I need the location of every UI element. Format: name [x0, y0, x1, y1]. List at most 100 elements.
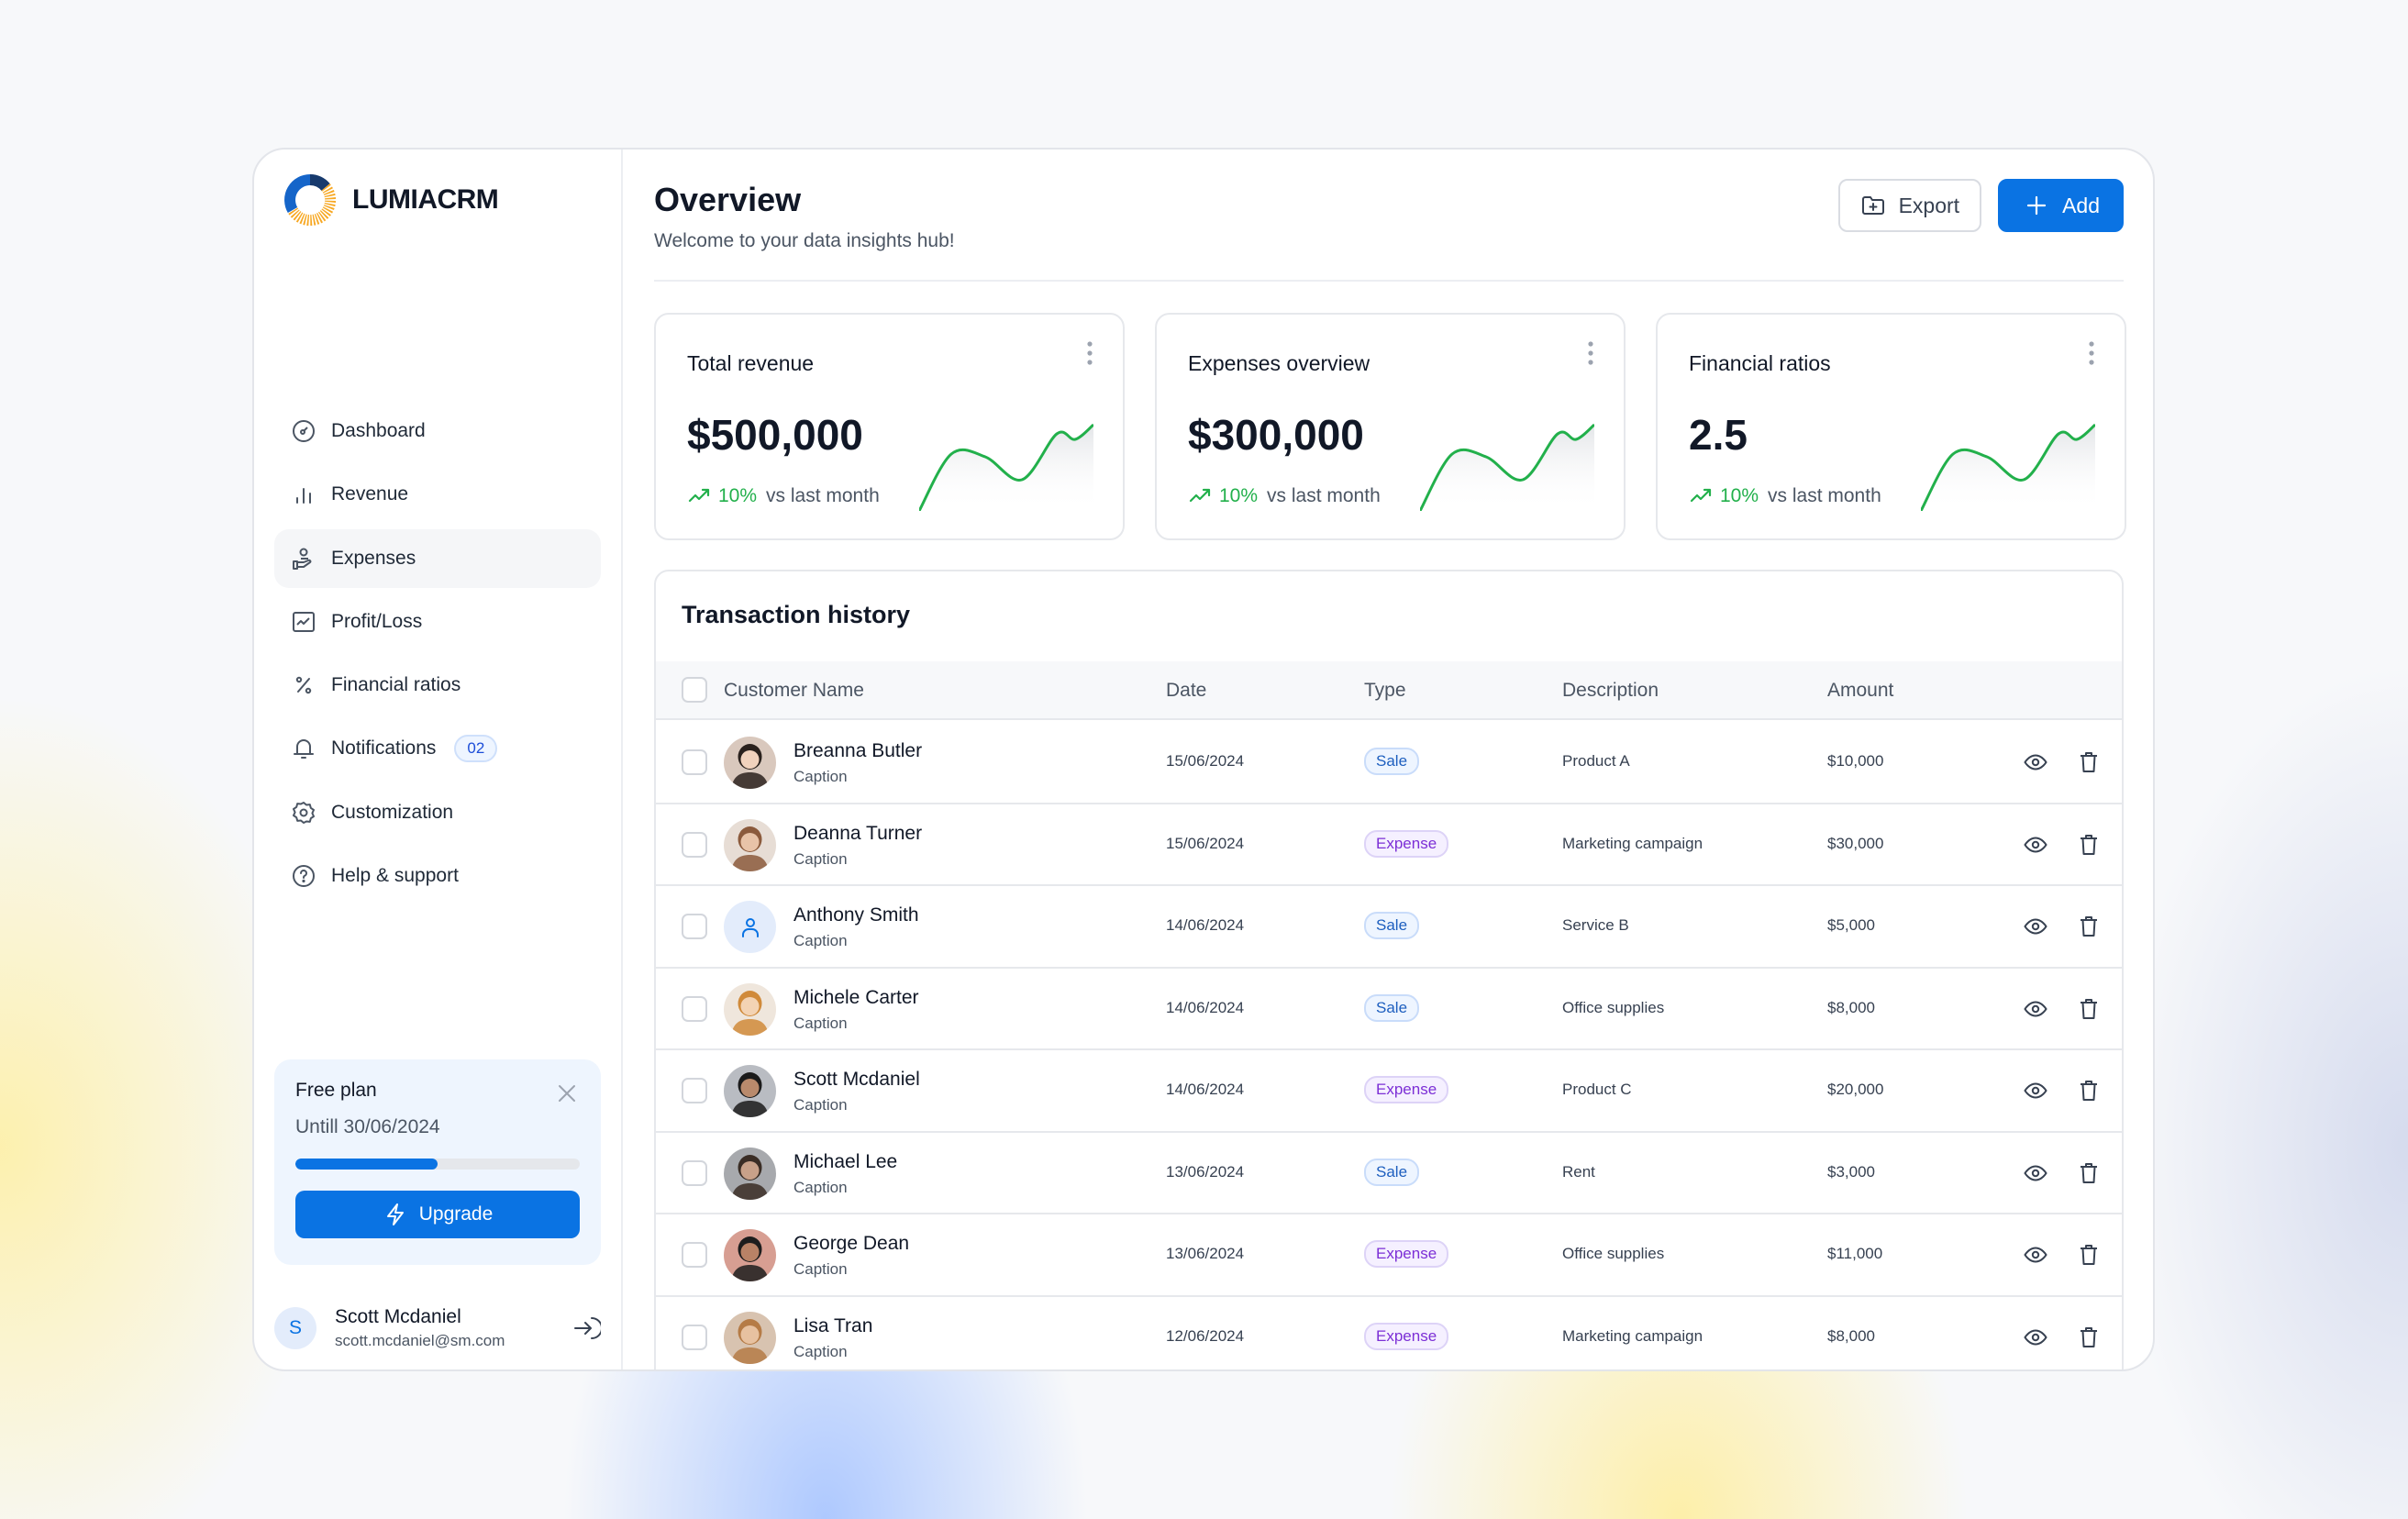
row-checkbox[interactable] — [682, 831, 707, 858]
trash-icon[interactable] — [2076, 832, 2102, 858]
trash-icon[interactable] — [2076, 1325, 2102, 1350]
dashboard-icon — [293, 420, 315, 442]
view-icon[interactable] — [2023, 914, 2048, 939]
sparkline-area — [1921, 425, 2095, 511]
more-vertical-icon[interactable] — [2086, 340, 2097, 366]
table-row[interactable]: Anthony Smith Caption 14/06/2024 Sale Se… — [656, 886, 2122, 969]
transaction-date: 13/06/2024 — [1166, 1245, 1245, 1262]
trash-icon[interactable] — [2076, 914, 2102, 939]
view-icon[interactable] — [2023, 1160, 2048, 1186]
trash-icon[interactable] — [2076, 1242, 2102, 1268]
transaction-description: Marketing campaign — [1562, 834, 1703, 852]
plan-progress-fill — [295, 1159, 438, 1170]
view-icon[interactable] — [2023, 996, 2048, 1022]
table-row[interactable]: George Dean Caption 13/06/2024 Expense O… — [656, 1214, 2122, 1297]
sparkline-chart — [1420, 423, 1594, 511]
stat-title: Expenses overview — [1188, 351, 1370, 375]
view-icon[interactable] — [2023, 832, 2048, 858]
type-badge: Sale — [1364, 912, 1420, 939]
view-icon[interactable] — [2023, 749, 2048, 775]
customer-name: Michele Carter — [793, 986, 919, 1008]
transaction-description: Product A — [1562, 752, 1630, 770]
stat-trend: 10% vs last month — [1188, 483, 1381, 509]
stat-card-expenses-overview: Expenses overview $300,000 10% vs last m… — [1155, 313, 1626, 540]
sparkline-chart — [1921, 423, 2095, 511]
table-row[interactable]: Michele Carter Caption 14/06/2024 Sale O… — [656, 969, 2122, 1050]
page-title: Overview — [654, 181, 802, 218]
row-checkbox[interactable] — [682, 749, 707, 775]
avatar — [724, 818, 776, 871]
view-icon[interactable] — [2023, 1325, 2048, 1350]
sidebar-item-help-support[interactable]: Help & support — [274, 847, 601, 905]
column-header-amount[interactable]: Amount — [1827, 680, 1893, 702]
table-row[interactable]: Deanna Turner Caption 15/06/2024 Expense… — [656, 804, 2122, 886]
trash-icon[interactable] — [2076, 996, 2102, 1022]
sidebar-item-notifications[interactable]: Notifications 02 — [274, 719, 601, 778]
trash-icon[interactable] — [2076, 1078, 2102, 1103]
sidebar-item-customization[interactable]: Customization — [274, 783, 601, 842]
column-header-description[interactable]: Description — [1562, 680, 1659, 702]
customer-name: Anthony Smith — [793, 904, 919, 926]
sidebar-item-expenses[interactable]: Expenses — [274, 528, 601, 588]
transaction-description: Product C — [1562, 1081, 1632, 1098]
sidebar-item-label: Profit/Loss — [331, 610, 423, 632]
sparkline-area — [1420, 425, 1594, 511]
table-row[interactable]: Scott Mcdaniel Caption 14/06/2024 Expens… — [656, 1050, 2122, 1133]
type-badge: Expense — [1364, 829, 1449, 858]
upgrade-label: Upgrade — [418, 1203, 494, 1225]
brand[interactable]: LUMIACRM — [284, 174, 499, 226]
plan-expiry: Untill 30/06/2024 — [295, 1116, 440, 1137]
more-vertical-icon[interactable] — [1084, 340, 1095, 366]
type-badge: Expense — [1364, 1240, 1449, 1268]
add-button[interactable]: Add — [1998, 179, 2124, 232]
table-title: Transaction history — [682, 601, 911, 628]
logout-icon[interactable] — [571, 1314, 601, 1343]
export-button[interactable]: Export — [1837, 179, 1982, 232]
transaction-date: 13/06/2024 — [1166, 1162, 1245, 1181]
column-header-type[interactable]: Type — [1364, 680, 1406, 702]
row-checkbox[interactable] — [682, 1242, 707, 1268]
sidebar-item-revenue[interactable]: Revenue — [274, 465, 601, 524]
row-checkbox[interactable] — [682, 1078, 707, 1103]
bar-chart-icon — [296, 488, 311, 504]
select-all-checkbox[interactable] — [682, 677, 707, 703]
table-header-row: Customer Name Date Type Description Amou… — [656, 661, 2122, 720]
avatar-photo — [731, 744, 769, 789]
view-icon[interactable] — [2023, 1078, 2048, 1103]
user-icon — [741, 917, 759, 937]
notification-count-badge: 02 — [454, 735, 498, 763]
close-icon[interactable] — [555, 1081, 579, 1105]
avatar — [724, 737, 776, 789]
row-checkbox[interactable] — [682, 1324, 707, 1350]
row-checkbox[interactable] — [682, 914, 707, 939]
customer-caption: Caption — [793, 1178, 848, 1196]
column-header-customer-name[interactable]: Customer Name — [724, 680, 864, 702]
brand-name: LUMIACRM — [352, 184, 499, 215]
column-header-date[interactable]: Date — [1166, 680, 1206, 702]
table-row[interactable]: Michael Lee Caption 13/06/2024 Sale Rent… — [656, 1133, 2122, 1214]
sidebar-item-financial-ratios[interactable]: Financial ratios — [274, 656, 601, 715]
trash-icon[interactable] — [2076, 749, 2102, 775]
view-icon[interactable] — [2023, 1242, 2048, 1268]
lightning-icon — [386, 1203, 404, 1225]
customer-caption: Caption — [793, 1014, 848, 1032]
upgrade-button[interactable]: Upgrade — [295, 1191, 580, 1238]
line-chart-icon — [293, 611, 315, 632]
stat-card-total-revenue: Total revenue $500,000 10% vs last month — [654, 313, 1125, 540]
trash-icon[interactable] — [2076, 1160, 2102, 1186]
avatar — [724, 901, 776, 953]
customer-name: George Dean — [793, 1233, 910, 1254]
table-row[interactable]: Lisa Tran Caption 12/06/2024 Expense Mar… — [656, 1297, 2122, 1370]
more-vertical-icon[interactable] — [1585, 340, 1596, 366]
transaction-date: 15/06/2024 — [1166, 752, 1245, 770]
customer-caption: Caption — [793, 932, 848, 949]
customer-caption: Caption — [793, 1260, 848, 1278]
row-checkbox[interactable] — [682, 1159, 707, 1186]
sidebar-item-label: Financial ratios — [331, 674, 461, 696]
sidebar-item-dashboard[interactable]: Dashboard — [274, 402, 601, 460]
table-row[interactable]: Breanna Butler Caption 15/06/2024 Sale P… — [656, 722, 2122, 804]
sidebar-item-profit-loss[interactable]: Profit/Loss — [274, 593, 601, 651]
stat-title: Total revenue — [687, 351, 815, 375]
type-badge: Expense — [1364, 1322, 1449, 1350]
row-checkbox[interactable] — [682, 995, 707, 1022]
